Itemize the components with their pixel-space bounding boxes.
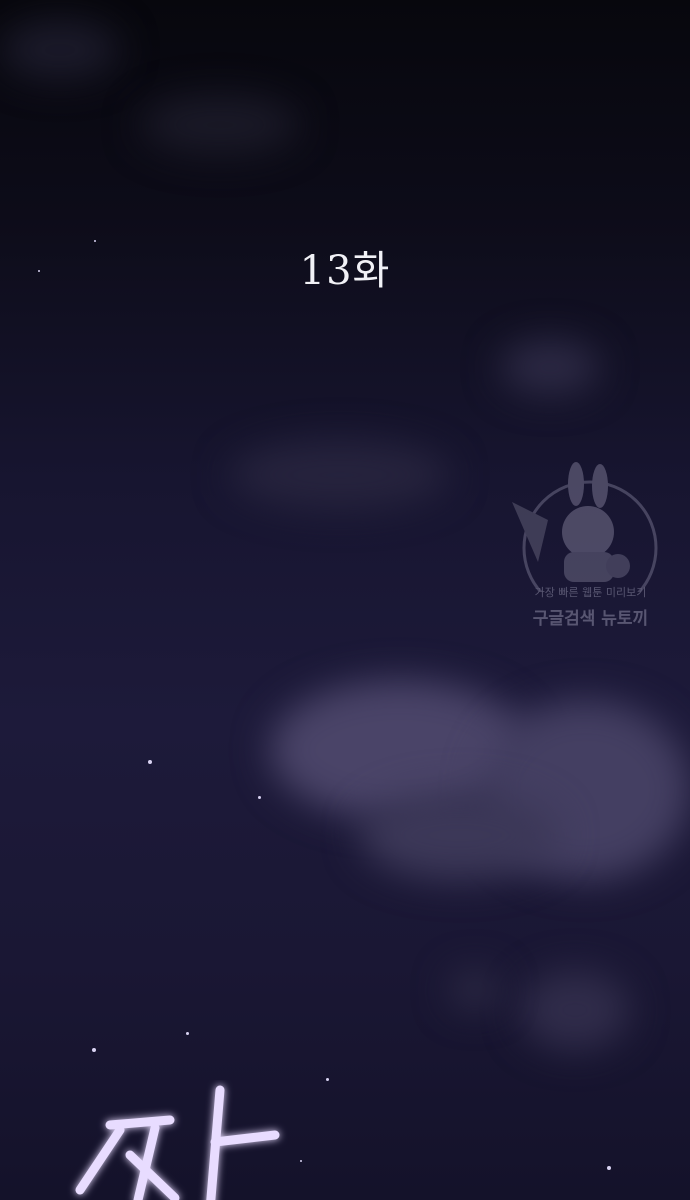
watermark-brand: 구글검색 뉴토끼 — [532, 609, 649, 629]
bunny-mascot-icon — [512, 462, 658, 616]
cloud-bottom-right — [520, 970, 630, 1050]
star — [326, 1078, 329, 1081]
star — [258, 796, 261, 799]
star — [148, 760, 152, 764]
star — [92, 1048, 96, 1052]
star — [186, 1032, 189, 1035]
night-sky-panel: 13화 가장 빠른 웹툰 미리보기 구글검색 뉴토끼 — [0, 0, 690, 1200]
cloud-top-center — [140, 95, 300, 155]
cloud-large-c — [360, 790, 560, 880]
cloud-top-left — [0, 20, 120, 80]
episode-title: 13화 — [299, 248, 391, 294]
site-watermark: 가장 빠른 웹툰 미리보기 구글검색 뉴토끼 — [508, 462, 673, 642]
cloud-mid-right — [500, 340, 600, 395]
cloud-mid — [230, 440, 450, 510]
cloud-bottom-small — [450, 970, 500, 1010]
sound-effect-lettering: 짜 — [75, 1085, 280, 1200]
star — [607, 1166, 611, 1170]
watermark-tagline: 가장 빠른 웹툰 미리보기 — [534, 586, 647, 599]
